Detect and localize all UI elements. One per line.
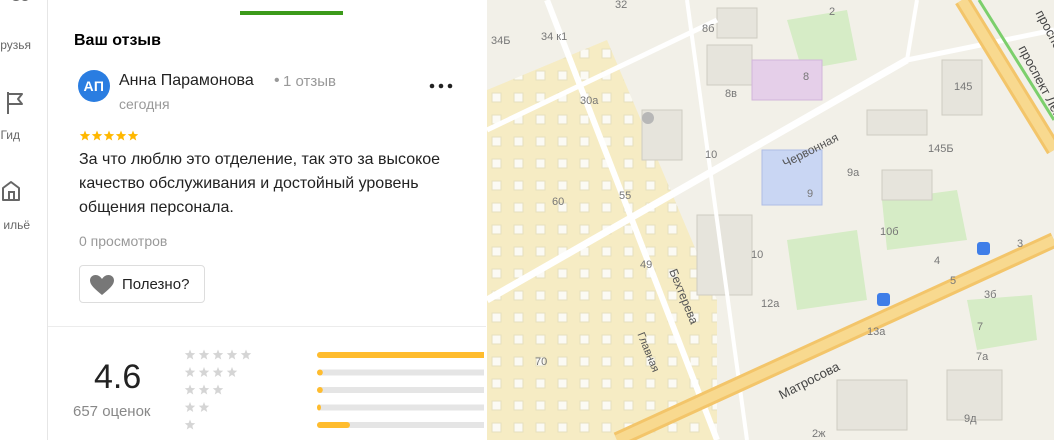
author-review-count: 1 отзыв bbox=[283, 73, 337, 90]
nav-item-guide-label: Гид bbox=[0, 128, 20, 142]
star-icon bbox=[79, 130, 91, 141]
map-canvas[interactable]: Червонная Бехтерева Главная Матросова пр… bbox=[487, 0, 1054, 440]
map-house-number: 3б bbox=[984, 289, 996, 301]
avatar[interactable]: АП bbox=[78, 70, 110, 102]
author-separator: • bbox=[274, 72, 280, 89]
star-icon bbox=[115, 130, 127, 141]
useful-button[interactable]: Полезно? bbox=[79, 265, 205, 303]
map[interactable]: Червонная Бехтерева Главная Матросова пр… bbox=[487, 0, 1054, 440]
distribution-star-icon bbox=[226, 367, 238, 377]
map-house-number: 10б bbox=[880, 226, 899, 238]
distribution-star-icon bbox=[198, 402, 210, 412]
map-house-number: 8в bbox=[725, 88, 737, 100]
active-tab-indicator bbox=[240, 11, 343, 15]
nav-item-friends[interactable]: рузья bbox=[0, 0, 47, 60]
distribution-star-icon bbox=[184, 367, 196, 377]
distribution-star-icon bbox=[198, 384, 210, 395]
map-house-number: 7 bbox=[977, 321, 983, 333]
star-icon bbox=[91, 130, 103, 141]
map-house-number: 49 bbox=[640, 259, 652, 271]
map-house-number: 32 bbox=[615, 0, 627, 11]
map-house-number: 2ж bbox=[812, 428, 826, 440]
map-house-number: 70 bbox=[535, 356, 547, 368]
map-house-number: 145 bbox=[954, 81, 972, 93]
map-house-number: 9а bbox=[847, 167, 860, 179]
distribution-bar-fill bbox=[317, 369, 323, 376]
map-house-number: 4 bbox=[934, 255, 940, 267]
distribution-star-icon bbox=[198, 349, 210, 360]
author-name[interactable]: Анна Парамонова bbox=[119, 72, 254, 90]
map-house-number: 55 bbox=[619, 190, 631, 202]
map-house-number: 12а bbox=[761, 298, 780, 310]
map-house-number: 8 bbox=[803, 71, 809, 83]
distribution-bar-fill bbox=[317, 387, 323, 393]
distribution-star-icon bbox=[184, 402, 196, 412]
map-house-number: 9 bbox=[807, 188, 813, 200]
map-house-number: 60 bbox=[552, 196, 564, 208]
map-house-number: 34 к1 bbox=[541, 31, 567, 43]
distribution-bar-fill bbox=[317, 352, 484, 358]
friends-icon bbox=[7, 0, 33, 12]
nav-item-housing[interactable]: ильё bbox=[0, 174, 47, 234]
distribution-bar-track bbox=[317, 404, 484, 411]
map-house-number: 13а bbox=[867, 326, 886, 338]
map-house-number: 5 bbox=[950, 275, 956, 287]
distribution-star-icon bbox=[184, 349, 196, 360]
nav-item-guide[interactable]: Гид bbox=[0, 84, 47, 144]
distribution-bar-track bbox=[317, 387, 484, 393]
map-house-number: 7а bbox=[976, 351, 989, 363]
distribution-star-icon bbox=[212, 367, 224, 377]
distribution-star-icon bbox=[184, 384, 196, 395]
map-house-number: 34Б bbox=[491, 35, 510, 47]
nav-item-friends-label: рузья bbox=[0, 38, 31, 52]
nav-item-housing-label: ильё bbox=[3, 218, 30, 232]
review-panel: Ваш отзыв АП Анна Парамонова • 1 отзыв с… bbox=[48, 0, 486, 440]
flag-icon bbox=[2, 90, 28, 116]
useful-button-label: Полезно? bbox=[122, 276, 190, 293]
star-icon bbox=[103, 130, 115, 141]
rating-distribution bbox=[184, 349, 484, 430]
review-views: 0 просмотров bbox=[79, 233, 168, 249]
map-house-number: 8б bbox=[702, 23, 714, 35]
distribution-star-icon bbox=[198, 367, 210, 377]
divider bbox=[48, 326, 486, 327]
map-house-number: 145Б bbox=[928, 143, 954, 155]
side-navigation: рузья Гид ильё bbox=[0, 0, 48, 440]
review-star-rating bbox=[79, 130, 139, 141]
more-options-button[interactable] bbox=[428, 78, 454, 94]
distribution-star-icon bbox=[184, 419, 196, 430]
map-house-number: 2 bbox=[829, 6, 835, 18]
star-icon bbox=[127, 130, 139, 141]
more-dots-icon bbox=[429, 83, 453, 89]
distribution-star-icon bbox=[212, 349, 224, 360]
review-date: сегодня bbox=[119, 96, 170, 112]
map-house-number: 30а bbox=[580, 95, 599, 107]
review-text: За что люблю это отделение, так это за в… bbox=[79, 151, 441, 216]
distribution-bar-fill bbox=[317, 422, 350, 428]
rating-value: 4.6 bbox=[94, 358, 142, 396]
map-house-number: 10 bbox=[751, 249, 763, 261]
distribution-bar-track bbox=[317, 369, 484, 376]
map-house-number: 10 bbox=[705, 149, 717, 161]
distribution-star-icon bbox=[226, 349, 238, 360]
distribution-star-icon bbox=[212, 384, 224, 395]
housing-icon bbox=[0, 178, 25, 204]
rating-count: 657 оценок bbox=[73, 403, 151, 420]
distribution-bar-fill bbox=[317, 404, 321, 411]
map-house-number: 3 bbox=[1017, 238, 1023, 250]
heart-icon bbox=[90, 275, 114, 295]
your-review-heading: Ваш отзыв bbox=[74, 32, 161, 49]
map-house-number: 9д bbox=[964, 413, 977, 425]
distribution-star-icon bbox=[240, 349, 252, 360]
